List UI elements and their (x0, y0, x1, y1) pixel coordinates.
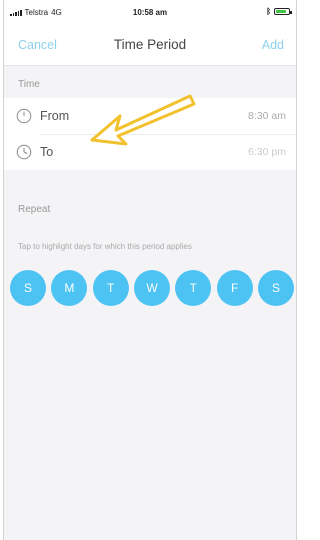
battery-icon (274, 8, 292, 15)
day-thursday[interactable]: T (175, 270, 212, 306)
app-screen: Telstra 4G 10:58 am ᛒ Cancel Time Period… (3, 0, 297, 540)
section-label-time: Time (18, 79, 40, 90)
to-value: 6:30 pm (248, 146, 286, 158)
status-right: ᛒ (266, 7, 292, 16)
status-bar: Telstra 4G 10:58 am ᛒ (4, 0, 296, 22)
repeat-hint: Tap to highlight days for which this per… (18, 242, 192, 251)
from-label: From (40, 109, 70, 123)
to-label: To (40, 145, 54, 159)
day-sunday[interactable]: S (10, 270, 46, 306)
add-button[interactable]: Add (262, 38, 284, 52)
day-wednesday[interactable]: W (133, 270, 170, 306)
day-saturday[interactable]: S (257, 270, 294, 306)
day-friday[interactable]: F (216, 270, 253, 306)
status-time: 10:58 am (132, 8, 168, 17)
row-divider (40, 134, 296, 135)
to-row[interactable]: To 6:30 pm (4, 134, 296, 170)
clock-icon (16, 108, 32, 124)
bluetooth-icon: ᛒ (266, 7, 271, 16)
from-value: 8:30 am (248, 110, 286, 122)
nav-bar: Cancel Time Period Add (4, 22, 296, 66)
clock-icon (16, 144, 32, 160)
day-selector: S M T W T F S (10, 270, 294, 306)
day-monday[interactable]: M (51, 270, 88, 306)
page-title: Time Period (113, 37, 187, 52)
section-label-repeat: Repeat (18, 204, 51, 215)
from-row[interactable]: From 8:30 am (4, 98, 296, 134)
day-tuesday[interactable]: T (92, 270, 129, 306)
